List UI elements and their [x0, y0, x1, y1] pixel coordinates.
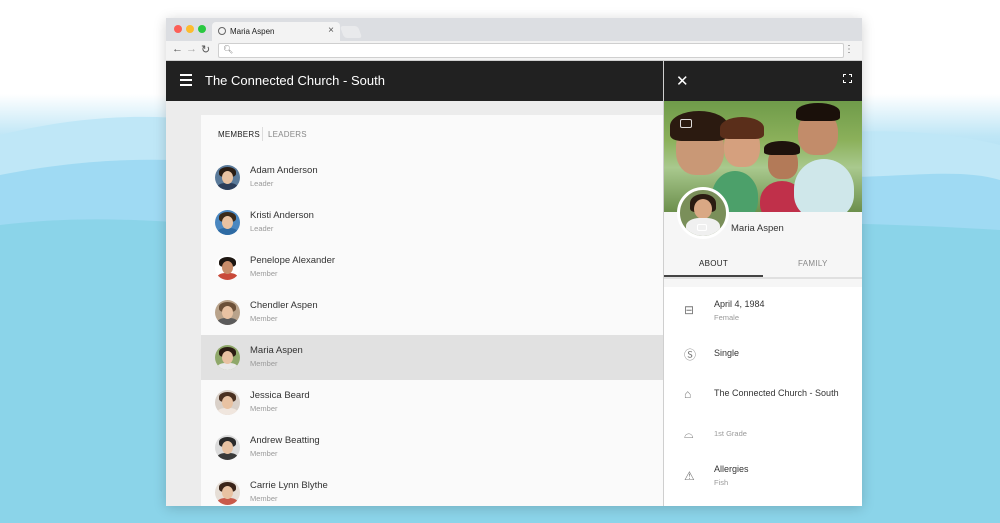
- camera-icon[interactable]: [697, 224, 707, 231]
- detail-sub: Fish: [714, 478, 729, 487]
- tab-divider: [262, 127, 263, 141]
- close-icon[interactable]: ✕: [676, 72, 689, 90]
- address-bar[interactable]: 🔍︎: [218, 43, 844, 58]
- avatar: [215, 210, 240, 235]
- tab-close-icon[interactable]: ×: [328, 25, 334, 36]
- window-maximize-dot[interactable]: [198, 25, 206, 33]
- member-role: Member: [250, 404, 278, 413]
- member-name: Andrew Beatting: [250, 435, 320, 446]
- profile-tabs: ABOUT FAMILY: [664, 249, 862, 279]
- detail-sub: Female: [714, 313, 740, 322]
- new-tab-button[interactable]: [339, 26, 363, 38]
- tab-leaders[interactable]: LEADERS: [268, 130, 307, 139]
- school-icon: ⌓: [684, 427, 694, 441]
- profile-avatar[interactable]: [677, 187, 729, 239]
- warning-icon: ⚠: [684, 469, 695, 483]
- member-list-card: MEMBERS LEADERS Adam Anderson Leader Kri…: [201, 115, 663, 506]
- avatar: [215, 255, 240, 280]
- member-name: Carrie Lynn Blythe: [250, 480, 328, 491]
- detail-main: Allergies: [714, 464, 749, 474]
- fullscreen-icon[interactable]: [843, 74, 852, 83]
- member-row[interactable]: Andrew Beatting Member: [201, 425, 663, 470]
- tab-about[interactable]: ABOUT: [699, 259, 728, 268]
- member-role: Member: [250, 359, 278, 368]
- forward-button[interactable]: →: [186, 43, 197, 55]
- member-role: Member: [250, 314, 278, 323]
- window-close-dot[interactable]: [174, 25, 182, 33]
- profile-name: Maria Aspen: [731, 223, 784, 234]
- cake-icon: ⊟: [684, 303, 695, 317]
- browser-tab-bar: Maria Aspen ×: [166, 18, 862, 41]
- member-row[interactable]: Penelope Alexander Member: [201, 245, 663, 290]
- browser-window: Maria Aspen × ← → ↻ 🔍︎ ⋮ The Connected C…: [166, 18, 862, 506]
- profile-panel-header: ✕: [664, 61, 862, 101]
- avatar: [215, 390, 240, 415]
- browser-tab[interactable]: Maria Aspen ×: [212, 22, 340, 41]
- search-icon: 🔍︎: [223, 45, 234, 54]
- member-row[interactable]: Kristi Anderson Leader: [201, 200, 663, 245]
- back-button[interactable]: ←: [172, 43, 183, 55]
- member-tabs: MEMBERS LEADERS: [201, 115, 663, 155]
- detail-row-grade: ⌓ 1st Grade: [664, 419, 862, 459]
- member-row[interactable]: Jessica Beard Member: [201, 380, 663, 425]
- profile-panel: ✕ Maria Aspen ABOUT FAMILY ⊟ April 4, 19…: [663, 61, 862, 506]
- church-icon: ⌂: [684, 387, 692, 401]
- member-name: Adam Anderson: [250, 165, 318, 176]
- tab-members[interactable]: MEMBERS: [218, 130, 260, 139]
- app-container: The Connected Church - South MEMBERS LEA…: [166, 61, 862, 506]
- member-role: Leader: [250, 224, 274, 233]
- member-row[interactable]: Adam Anderson Leader: [201, 155, 663, 200]
- detail-row-church: ⌂ The Connected Church - South: [664, 379, 862, 419]
- member-name: Kristi Anderson: [250, 210, 314, 221]
- detail-main: Single: [714, 348, 740, 358]
- app-title: The Connected Church - South: [205, 73, 385, 88]
- detail-row-marital-status: Ⓢ Single: [664, 339, 862, 379]
- reload-button[interactable]: ↻: [201, 43, 210, 56]
- camera-icon[interactable]: [680, 119, 692, 128]
- detail-main: The Connected Church - South: [714, 388, 839, 398]
- avatar: [215, 435, 240, 460]
- tab-family[interactable]: FAMILY: [798, 259, 828, 268]
- active-tab-indicator: [664, 275, 763, 277]
- detail-sub: 1st Grade: [714, 429, 747, 438]
- avatar: [215, 345, 240, 370]
- avatar: [215, 300, 240, 325]
- member-role: Leader: [250, 179, 274, 188]
- member-row[interactable]: Chendler Aspen Member: [201, 290, 663, 335]
- member-name: Maria Aspen: [250, 345, 303, 356]
- member-row-selected[interactable]: Maria Aspen Member: [201, 335, 663, 380]
- member-name: Jessica Beard: [250, 390, 310, 401]
- hamburger-menu-icon[interactable]: [180, 74, 192, 86]
- member-role: Member: [250, 494, 278, 503]
- globe-icon: [218, 27, 226, 35]
- marital-status-icon: Ⓢ: [684, 348, 697, 362]
- avatar: [215, 165, 240, 190]
- profile-details: ⊟ April 4, 1984 Female Ⓢ Single ⌂ The Co…: [664, 287, 862, 506]
- member-role: Member: [250, 269, 278, 278]
- browser-menu-icon[interactable]: ⋮: [844, 44, 854, 55]
- browser-nav-bar: ← → ↻ 🔍︎ ⋮: [166, 41, 862, 61]
- member-name: Penelope Alexander: [250, 255, 336, 266]
- member-row[interactable]: Carrie Lynn Blythe Member: [201, 470, 663, 506]
- detail-row-allergies: ⚠ Allergies Fish: [664, 459, 862, 499]
- browser-tab-title: Maria Aspen: [230, 27, 275, 36]
- detail-main: April 4, 1984: [714, 299, 765, 309]
- detail-row-birthday: ⊟ April 4, 1984 Female: [664, 291, 862, 331]
- avatar: [215, 480, 240, 505]
- app-header: The Connected Church - South: [166, 61, 663, 101]
- window-minimize-dot[interactable]: [186, 25, 194, 33]
- member-name: Chendler Aspen: [250, 300, 318, 311]
- member-role: Member: [250, 449, 278, 458]
